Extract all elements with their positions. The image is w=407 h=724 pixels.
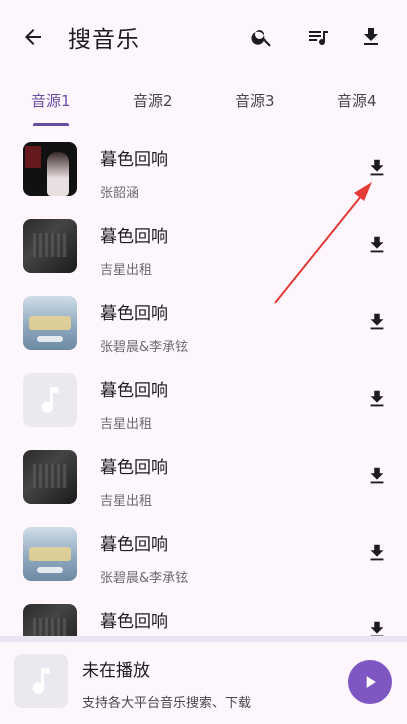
album-cover-placeholder	[23, 373, 77, 427]
play-icon	[366, 676, 376, 688]
search-results-list[interactable]: 暮色回响 张韶涵 暮色回响 吉星出租 暮色回响 张碧晨&李承铉 暮色回响 吉星出…	[0, 128, 407, 636]
page-title: 搜音乐	[68, 27, 140, 53]
list-item[interactable]: 暮色回响 吉星出租	[0, 364, 407, 441]
download-button[interactable]	[364, 540, 390, 566]
search-icon	[251, 30, 271, 47]
song-title: 暮色回响	[100, 150, 168, 170]
song-title: 暮色回响	[100, 227, 168, 247]
download-manager-button[interactable]	[356, 22, 386, 52]
download-icon	[370, 544, 384, 561]
album-cover	[23, 527, 77, 581]
music-note-icon	[32, 668, 50, 694]
song-title: 暮色回响	[100, 381, 168, 401]
playlist-button[interactable]	[303, 22, 333, 52]
download-button[interactable]	[364, 309, 390, 335]
album-cover	[23, 450, 77, 504]
list-item[interactable]: 暮色回响	[0, 595, 407, 636]
download-button[interactable]	[364, 617, 390, 636]
album-cover	[23, 142, 77, 196]
song-artist: 吉星出租	[100, 494, 153, 509]
tab-source-1[interactable]: 音源1	[31, 90, 71, 111]
download-icon	[364, 28, 378, 45]
song-artist: 张碧晨&李承铉	[100, 571, 189, 586]
back-button[interactable]	[18, 22, 48, 52]
album-cover	[23, 604, 77, 636]
now-playing-subtitle: 支持各大平台音乐搜索、下载	[82, 696, 252, 711]
download-icon	[370, 390, 384, 407]
list-item[interactable]: 暮色回响 张碧晨&李承铉	[0, 518, 407, 595]
arrow-back-icon	[25, 29, 41, 45]
list-item[interactable]: 暮色回响 张韶涵	[0, 133, 407, 210]
download-button[interactable]	[364, 155, 390, 181]
song-title: 暮色回响	[100, 612, 168, 632]
player-cover-placeholder	[14, 654, 68, 708]
source-tabs: 音源1 音源2 音源3 音源4	[0, 76, 407, 126]
play-button[interactable]	[348, 660, 392, 704]
song-artist: 吉星出租	[100, 417, 153, 432]
playlist-icon	[309, 31, 328, 46]
download-button[interactable]	[364, 386, 390, 412]
mini-player[interactable]: 未在播放 支持各大平台音乐搜索、下载	[0, 642, 407, 724]
tab-source-4[interactable]: 音源4	[337, 90, 377, 111]
tab-source-3[interactable]: 音源3	[235, 90, 275, 111]
search-button[interactable]	[247, 22, 277, 52]
list-item[interactable]: 暮色回响 吉星出租	[0, 441, 407, 518]
music-note-icon	[41, 387, 59, 413]
download-icon	[370, 621, 384, 636]
song-title: 暮色回响	[100, 458, 168, 478]
tab-source-2[interactable]: 音源2	[133, 90, 173, 111]
list-item[interactable]: 暮色回响 吉星出租	[0, 210, 407, 287]
song-title: 暮色回响	[100, 535, 168, 555]
download-icon	[370, 313, 384, 330]
song-artist: 张韶涵	[100, 186, 140, 201]
now-playing-title: 未在播放	[82, 661, 150, 681]
album-cover	[23, 219, 77, 273]
song-title: 暮色回响	[100, 304, 168, 324]
download-icon	[370, 159, 384, 176]
song-artist: 张碧晨&李承铉	[100, 340, 189, 355]
download-icon	[370, 467, 384, 484]
list-item[interactable]: 暮色回响 张碧晨&李承铉	[0, 287, 407, 364]
active-tab-indicator	[33, 123, 69, 126]
download-button[interactable]	[364, 463, 390, 489]
album-cover	[23, 296, 77, 350]
download-button[interactable]	[364, 232, 390, 258]
download-icon	[370, 236, 384, 253]
app-bar: 搜音乐	[0, 0, 407, 74]
song-artist: 吉星出租	[100, 263, 153, 278]
